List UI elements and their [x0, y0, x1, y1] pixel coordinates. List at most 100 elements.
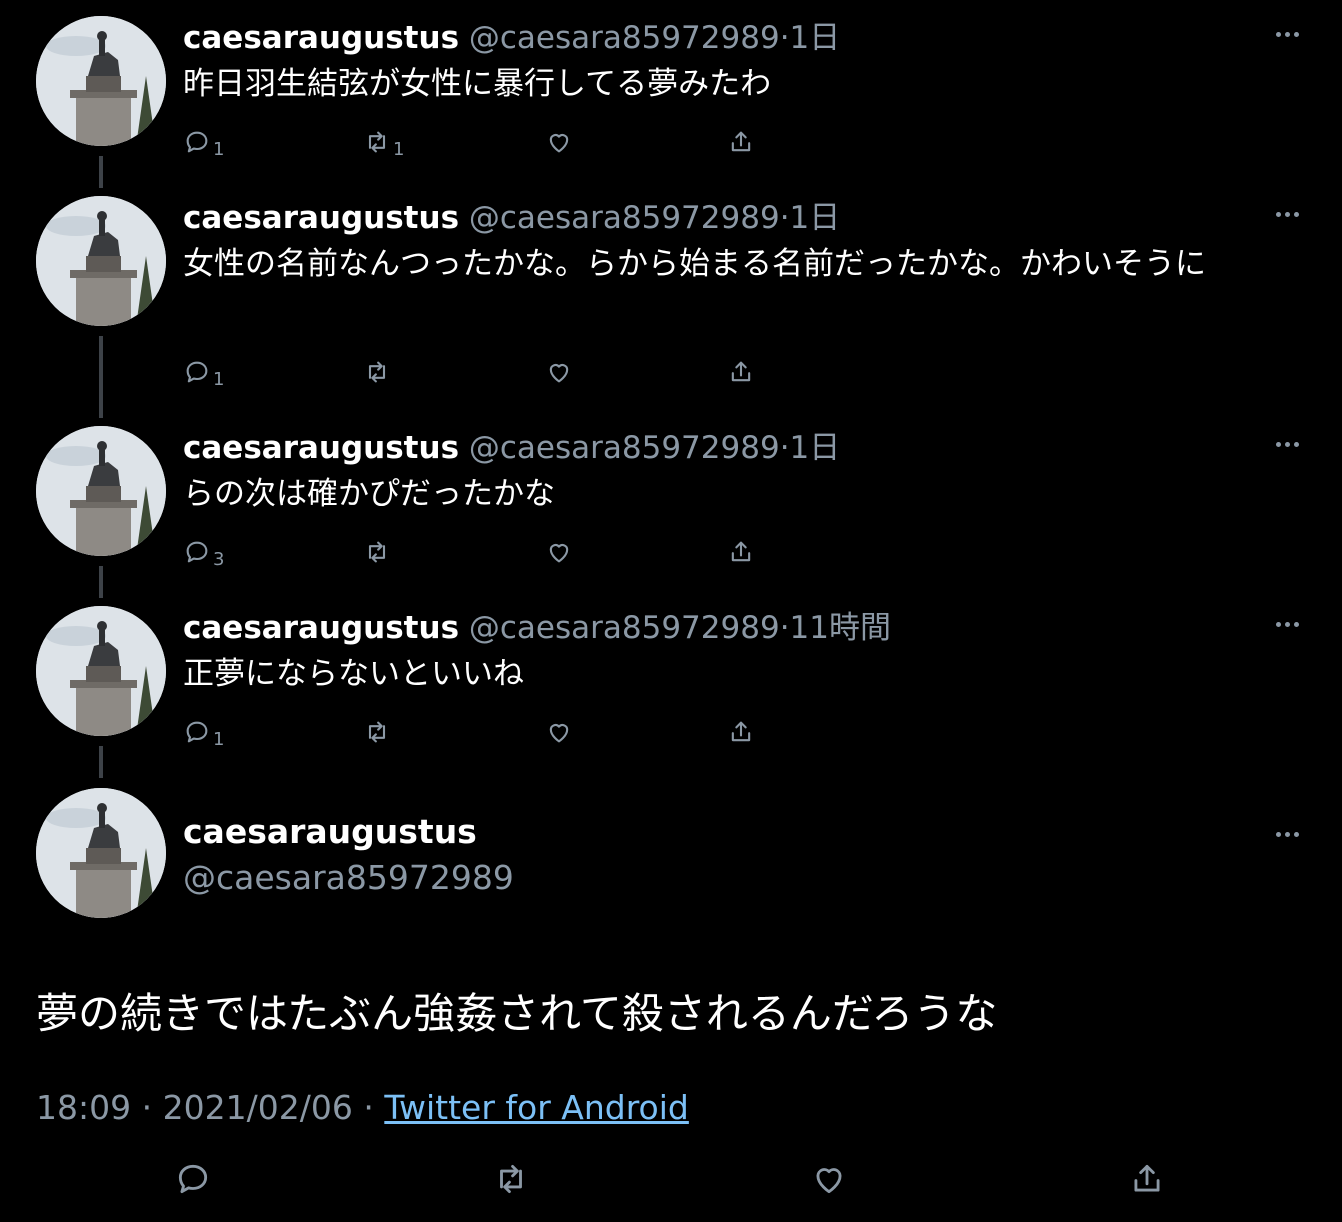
avatar[interactable]: [36, 196, 166, 326]
reply-count: 3: [213, 548, 225, 570]
tweet-text: 昨日羽生結弦が女性に暴行してる夢みたわ: [183, 66, 772, 102]
separator-dot: ·: [779, 200, 790, 236]
tweet-text: 正夢にならないといいね: [183, 656, 524, 692]
main-tweet-actions: [0, 1160, 1342, 1210]
thread-connector: [99, 746, 103, 778]
like-button[interactable]: [545, 714, 573, 750]
tweet-meta: 18:09 · 2021/02/06 · Twitter for Android: [36, 1088, 689, 1127]
tweet-time[interactable]: 1日: [790, 430, 841, 466]
retweet-button[interactable]: [492, 1160, 530, 1202]
separator-dot: ·: [141, 1088, 153, 1127]
user-handle[interactable]: @caesara85972989: [469, 430, 780, 466]
reply-count: 1: [213, 138, 225, 160]
display-name[interactable]: caesaraugustus: [183, 812, 477, 851]
heart-icon: [549, 364, 569, 383]
tweet-text: らの次は確かぴだったかな: [183, 476, 555, 512]
heart-icon: [549, 724, 569, 743]
tweet-actions: 1 1: [183, 124, 783, 160]
heart-icon: [549, 134, 569, 153]
thread-connector: [99, 156, 103, 188]
display-name[interactable]: caesaraugustus: [183, 200, 459, 236]
retweet-button[interactable]: [363, 354, 391, 390]
statue-avatar-image: [36, 196, 166, 326]
statue-avatar-image: [36, 788, 166, 918]
user-handle[interactable]: @caesara85972989: [469, 200, 780, 236]
more-icon[interactable]: [1276, 822, 1310, 842]
retweet-count: 1: [393, 138, 405, 160]
thread-connector: [99, 566, 103, 598]
reply-button[interactable]: [174, 1160, 212, 1202]
tweet-actions: 1: [183, 714, 783, 750]
main-tweet-text: 夢の続きではたぶん強姦されて殺されるんだろうな: [36, 989, 998, 1038]
tweet-actions: 1: [183, 354, 783, 390]
separator-dot: ·: [363, 1088, 374, 1127]
like-button[interactable]: [545, 124, 573, 160]
reply-count: 1: [213, 728, 225, 750]
separator-dot: ·: [779, 20, 790, 56]
share-button[interactable]: [727, 534, 755, 570]
share-button[interactable]: [727, 714, 755, 750]
tweet-time[interactable]: 1日: [790, 200, 841, 236]
reply-icon: [186, 361, 208, 383]
display-name[interactable]: caesaraugustus: [183, 20, 459, 56]
retweet-icon: [500, 1164, 522, 1194]
display-name[interactable]: caesaraugustus: [183, 430, 459, 466]
avatar[interactable]: [36, 788, 166, 918]
tweet-actions: 3: [183, 534, 783, 570]
share-button[interactable]: [1128, 1160, 1166, 1202]
statue-avatar-image: [36, 606, 166, 736]
source-link[interactable]: Twitter for Android: [384, 1088, 689, 1127]
like-button[interactable]: [810, 1160, 848, 1202]
retweet-button[interactable]: [363, 534, 391, 570]
more-icon[interactable]: [1276, 22, 1310, 42]
tweet-header: caesaraugustus @caesara85972989·1日: [183, 422, 840, 466]
statue-avatar-image: [36, 426, 166, 556]
reply-count: 1: [213, 368, 225, 390]
statue-avatar-image: [36, 16, 166, 146]
share-icon: [731, 541, 751, 562]
share-button[interactable]: [727, 354, 755, 390]
avatar[interactable]: [36, 606, 166, 736]
more-icon[interactable]: [1276, 202, 1310, 222]
retweet-button[interactable]: 1: [363, 124, 404, 160]
reply-button[interactable]: 1: [183, 124, 224, 160]
heart-icon: [816, 1168, 842, 1194]
like-button[interactable]: [545, 534, 573, 570]
reply-icon: [178, 1164, 208, 1194]
tweet-date: 2021/02/06: [162, 1088, 353, 1127]
share-icon: [731, 721, 751, 742]
retweet-icon: [368, 721, 386, 743]
tweet-header: caesaraugustus @caesara85972989·1日: [183, 12, 840, 56]
reply-icon: [186, 131, 208, 153]
avatar[interactable]: [36, 16, 166, 146]
separator-dot: ·: [779, 430, 790, 466]
like-button[interactable]: [545, 354, 573, 390]
display-name[interactable]: caesaraugustus: [183, 610, 459, 646]
retweet-icon: [368, 131, 386, 153]
reply-button[interactable]: 1: [183, 714, 224, 750]
retweet-button[interactable]: [363, 714, 391, 750]
tweet-text: 女性の名前なんつったかな。らから始まる名前だったかな。かわいそうに: [183, 246, 1206, 282]
user-handle[interactable]: @caesara85972989: [183, 858, 514, 897]
more-icon[interactable]: [1276, 432, 1310, 452]
reply-button[interactable]: 3: [183, 534, 224, 570]
tweet-time: 18:09: [36, 1088, 132, 1127]
heart-icon: [549, 544, 569, 563]
reply-button[interactable]: 1: [183, 354, 224, 390]
avatar[interactable]: [36, 426, 166, 556]
thread-connector: [99, 336, 103, 418]
tweet-time[interactable]: 11時間: [790, 610, 891, 646]
retweet-icon: [368, 541, 386, 563]
tweet-header: caesaraugustus @caesara85972989·11時間: [183, 602, 891, 646]
tweet-header: caesaraugustus @caesara85972989·1日: [183, 192, 840, 236]
user-handle[interactable]: @caesara85972989: [469, 20, 780, 56]
user-handle[interactable]: @caesara85972989: [469, 610, 780, 646]
share-icon: [1134, 1164, 1160, 1192]
reply-icon: [186, 721, 208, 743]
tweet-time[interactable]: 1日: [790, 20, 841, 56]
more-icon[interactable]: [1276, 612, 1310, 632]
separator-dot: ·: [779, 610, 790, 646]
share-button[interactable]: [727, 124, 755, 160]
retweet-icon: [368, 361, 386, 383]
share-icon: [731, 131, 751, 152]
